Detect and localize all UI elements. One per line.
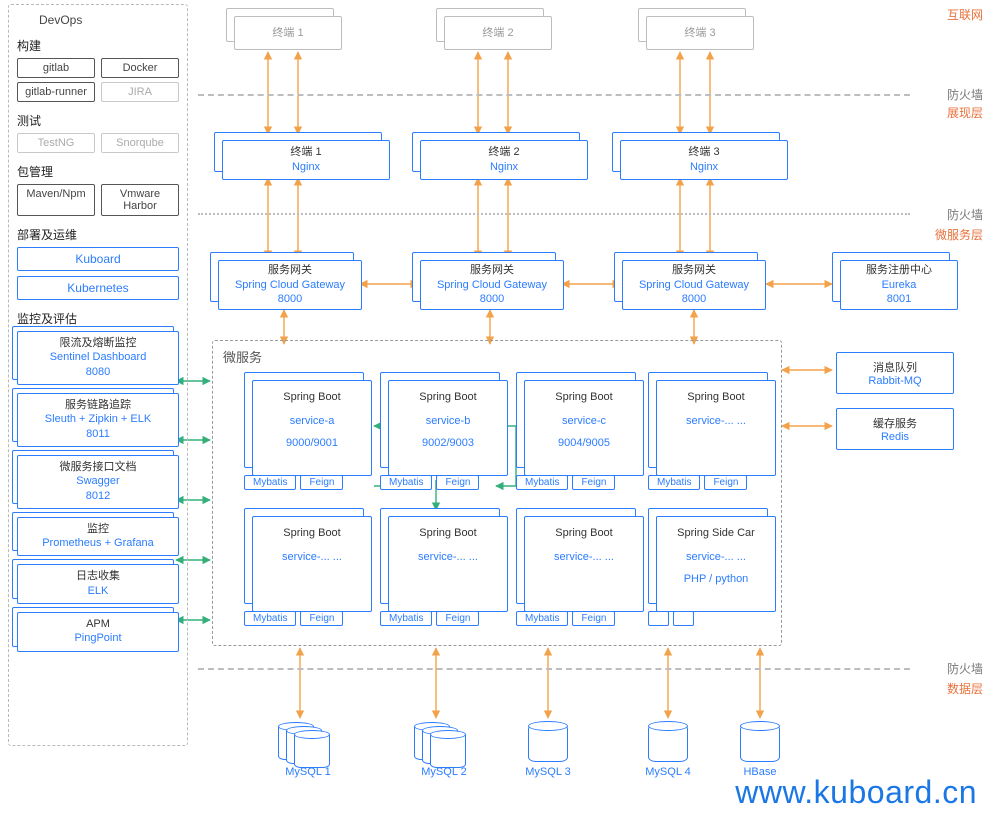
box-cache: 缓存服务Redis [836, 408, 954, 450]
devops-title: DevOps [39, 13, 179, 27]
monitor-card-1: 服务链路追踪 Sleuth + Zipkin + ELK 8011 [17, 393, 179, 447]
service-registry: 服务注册中心Eureka8001 [840, 260, 958, 310]
watermark: www.kuboard.cn [735, 774, 977, 811]
gateway-1: 服务网关Spring Cloud Gateway8000 [218, 260, 362, 310]
ms-card-1-1: Spring Boot service-b 9002/9003 MybatisF… [388, 380, 508, 488]
layer-internet: 互联网 [947, 6, 983, 23]
monitor-card-4: 日志收集 ELK [17, 564, 179, 604]
firewall-line-2 [198, 213, 910, 215]
ms-card-1-0: Spring Boot service-a 9000/9001 MybatisF… [252, 380, 372, 488]
box-docker: Docker [101, 58, 179, 78]
ms-card-2-0: Spring Boot service-... ... MybatisFeign [252, 516, 372, 624]
db-mysql-4: MySQL 4 [648, 724, 688, 770]
nginx-3: 终端 3Nginx [620, 140, 788, 180]
microservices-title: 微服务 [223, 347, 262, 366]
box-gitlab-runner: gitlab-runner [17, 82, 95, 102]
monitor-card-2: 微服务接口文档 Swagger 8012 [17, 455, 179, 509]
ms-card-2-1: Spring Boot service-... ... MybatisFeign [388, 516, 508, 624]
layer-firewall-1: 防火墙 [947, 86, 983, 103]
box-kuboard: Kuboard [17, 247, 179, 271]
layer-presentation: 展现层 [947, 104, 983, 121]
monitor-card-3: 监控 Prometheus + Grafana [17, 517, 179, 557]
devops-panel: DevOps 构建 gitlab Docker gitlab-runner JI… [8, 4, 188, 746]
box-kubernetes: Kubernetes [17, 276, 179, 300]
box-vmware-harbor: Vmware Harbor [101, 184, 179, 216]
gateway-3: 服务网关Spring Cloud Gateway8000 [622, 260, 766, 310]
terminal-3: 终端 3 [646, 16, 754, 50]
layer-data: 数据层 [947, 680, 983, 697]
box-sonarqube: Snorqube [101, 133, 179, 153]
layer-microservice: 微服务层 [935, 226, 983, 243]
box-mq: 消息队列Rabbit-MQ [836, 352, 954, 394]
terminal-1: 终端 1 [234, 16, 342, 50]
ms-card-1-3: Spring Boot service-... ... MybatisFeign [656, 380, 776, 488]
db-mysql-3: MySQL 3 [528, 724, 568, 770]
nginx-1: 终端 1Nginx [222, 140, 390, 180]
layer-firewall-3: 防火墙 [947, 660, 983, 677]
box-maven-npm: Maven/Npm [17, 184, 95, 216]
firewall-line-1 [198, 94, 910, 96]
gateway-2: 服务网关Spring Cloud Gateway8000 [420, 260, 564, 310]
ms-card-2-3: Spring Side Car service-... ... PHP / py… [656, 516, 776, 624]
monitor-card-5: APM PingPoint [17, 612, 179, 652]
box-gitlab: gitlab [17, 58, 95, 78]
box-jira: JIRA [101, 82, 179, 102]
section-test-title: 测试 [17, 112, 179, 129]
section-deploy-title: 部署及运维 [17, 226, 179, 243]
ms-card-2-2: Spring Boot service-... ... MybatisFeign [524, 516, 644, 624]
section-pkg-title: 包管理 [17, 163, 179, 180]
layer-firewall-2: 防火墙 [947, 206, 983, 223]
nginx-2: 终端 2Nginx [420, 140, 588, 180]
ms-card-1-2: Spring Boot service-c 9004/9005 MybatisF… [524, 380, 644, 488]
terminal-2: 终端 2 [444, 16, 552, 50]
section-build-title: 构建 [17, 37, 179, 54]
db-hbase: HBase [740, 724, 780, 770]
box-testng: TestNG [17, 133, 95, 153]
firewall-line-3 [198, 668, 910, 670]
section-monitor-title: 监控及评估 [17, 310, 179, 327]
monitor-card-0: 限流及熔断监控 Sentinel Dashboard 8080 [17, 331, 179, 385]
